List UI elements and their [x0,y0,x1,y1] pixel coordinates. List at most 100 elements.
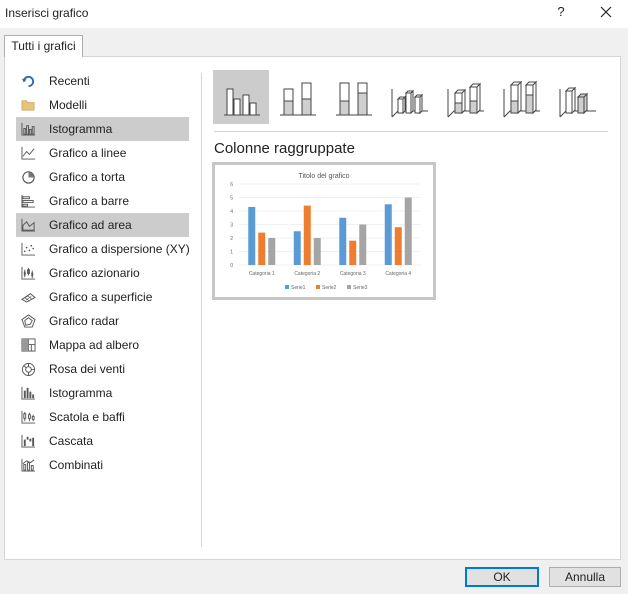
line-chart-icon [21,146,36,160]
sidebar-item-label: Grafico a torta [49,170,126,184]
sunburst-icon [21,362,36,376]
subtype-3d-column[interactable] [549,70,605,124]
subtype-100-stacked-column[interactable] [325,70,381,124]
legend-label: Serie1 [291,285,306,291]
chart-title: Titolo del grafico [298,173,349,180]
sidebar-item-label: Grafico a linee [49,146,127,160]
bar-serie3-1 [268,238,276,265]
bar-serie1-3 [339,217,347,265]
bar-serie3-3 [359,224,367,265]
legend-label: Serie2 [322,285,337,291]
sidebar-item-scatola-e-baffi[interactable]: Scatola e baffi [16,405,189,429]
x-tick-label: Categoria 3 [340,271,366,277]
subtype-3d-100-stacked-column[interactable] [493,70,549,124]
sidebar-item-label: Grafico a superficie [49,290,153,304]
sidebar-item-label: Istogramma [49,386,113,400]
sidebar-item-istogramma[interactable]: Istogramma [16,117,189,141]
sidebar-item-grafico-a-barre[interactable]: Grafico a barre [16,189,189,213]
bar-serie1-2 [293,231,301,265]
sidebar-item-label: Scatola e baffi [49,410,125,424]
bar-serie1-1 [248,206,256,265]
legend-swatch [347,285,351,289]
bar-serie2-4 [394,227,402,265]
bar-serie3-2 [313,238,321,265]
combo-chart-icon [21,458,36,472]
y-tick-label: 1 [230,250,233,256]
radar-chart-icon [21,314,36,328]
folder-icon [21,100,35,111]
stock-chart-icon [21,266,36,280]
ok-button[interactable]: OK [465,567,539,587]
treemap-icon [21,338,36,352]
3d-clustered-column-icon [391,89,428,118]
subtype-stacked-column[interactable] [269,70,325,124]
tab-all-charts[interactable]: Tutti i grafici [4,35,83,57]
sidebar-item-label: Grafico azionario [49,266,140,280]
sidebar-item-grafico-a-dispersione-xy[interactable]: Grafico a dispersione (XY) [16,237,190,261]
area-chart-icon [21,218,36,232]
sidebar-item-label: Rosa dei venti [49,362,126,376]
box-whisker-icon [21,410,36,424]
3d-100-stacked-column-icon [503,80,540,118]
sidebar-item-label: Recenti [49,74,90,88]
sidebar-item-grafico-ad-area[interactable]: Grafico ad area [16,213,189,237]
recent-icon [21,75,35,88]
x-tick-label: Categoria 2 [294,271,320,277]
variant-title: Colonne raggruppate [214,140,355,157]
sidebar-item-label: Combinati [49,458,104,472]
y-tick-label: 2 [230,236,233,242]
subtype-3d-clustered-column[interactable] [381,70,437,124]
vertical-divider [201,73,202,547]
subtype-3d-stacked-column[interactable] [437,70,493,124]
sidebar-item-label: Grafico radar [49,314,120,328]
help-button[interactable]: ? [548,0,574,26]
x-tick-label: Categoria 4 [385,271,411,277]
pie-chart-icon [22,171,35,184]
sidebar-item-cascata[interactable]: Cascata [16,429,189,453]
bar-serie2-1 [258,232,266,265]
stacked-column-icon [280,82,316,116]
sidebar-item-label: Istogramma [49,122,113,136]
chart-type-list: Recenti Modelli Istogramma Grafico a linee G… [16,69,191,477]
bar-chart-icon [21,194,36,208]
sidebar-item-grafico-a-superficie[interactable]: Grafico a superficie [16,285,189,309]
sidebar-item-grafico-a-linee[interactable]: Grafico a linee [16,141,189,165]
bar-serie2-3 [349,240,357,265]
sidebar-item-recenti[interactable]: Recenti [16,69,189,93]
sidebar-item-mappa-ad-albero[interactable]: Mappa ad albero [16,333,189,357]
horizontal-divider [214,131,608,132]
histogram-icon [21,386,36,400]
sidebar-item-combinati[interactable]: Combinati [16,453,189,477]
scatter-chart-icon [21,242,36,256]
window-title: Inserisci grafico [5,6,89,20]
legend-swatch [285,285,289,289]
legend-label: Serie3 [353,285,368,291]
sidebar-item-label: Grafico a dispersione (XY) [49,242,190,256]
sidebar-item-label: Modelli [49,98,88,112]
sidebar-item-grafico-a-torta[interactable]: Grafico a torta [16,165,189,189]
sidebar-item-rosa-dei-venti[interactable]: Rosa dei venti [16,357,189,381]
chart-preview-svg: Titolo del grafico 0 1 2 3 4 5 6 Categoria 1 Cate… [230,173,421,291]
chart-preview[interactable]: Titolo del grafico 0 1 2 3 4 5 6 Categoria 1 Cate… [212,162,436,300]
close-button[interactable] [592,0,620,26]
surface-chart-icon [21,293,36,303]
cancel-button[interactable]: Annulla [549,567,621,587]
x-tick-label: Categoria 1 [249,271,275,277]
sidebar-item-grafico-radar[interactable]: Grafico radar [16,309,189,333]
column-chart-icon [21,122,36,136]
y-tick-label: 6 [230,182,233,188]
close-icon [600,6,612,18]
clustered-column-icon [224,88,260,116]
y-tick-label: 0 [230,263,233,269]
y-tick-label: 4 [230,209,233,215]
y-tick-label: 5 [230,196,233,202]
tab-panel: Recenti Modelli Istogramma Grafico a linee G… [4,56,621,560]
sidebar-item-modelli[interactable]: Modelli [16,93,189,117]
bar-serie2-2 [303,205,311,265]
subtype-clustered-column[interactable] [213,70,269,124]
bar-serie3-4 [404,197,412,265]
sidebar-item-grafico-azionario[interactable]: Grafico azionario [16,261,189,285]
legend-swatch [316,285,320,289]
bar-serie1-4 [384,204,392,265]
sidebar-item-istogramma[interactable]: Istogramma [16,381,189,405]
